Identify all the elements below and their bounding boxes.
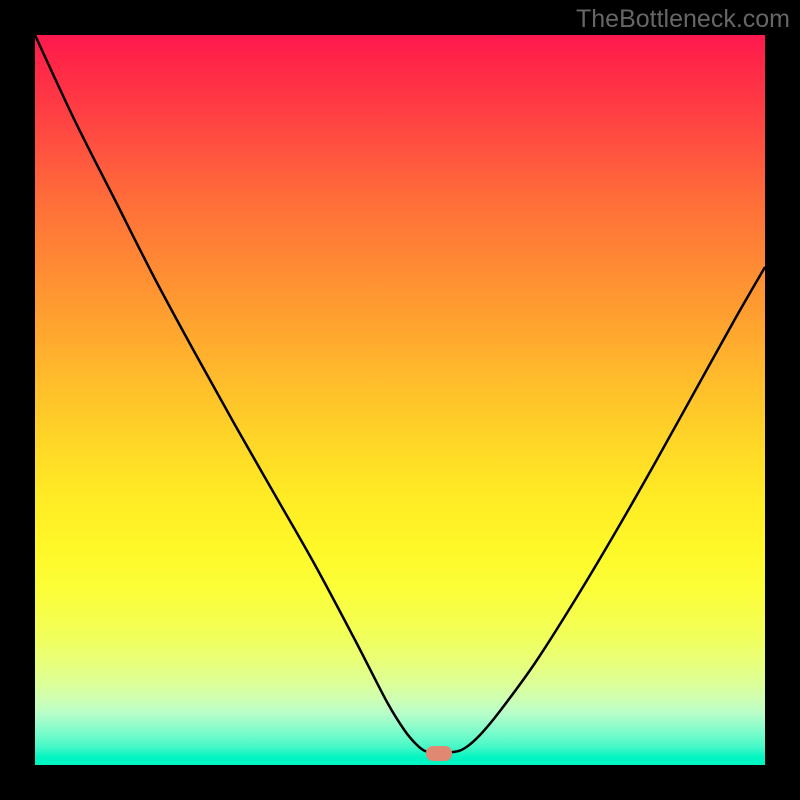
chart-plot-area: [35, 35, 765, 765]
watermark-text: TheBottleneck.com: [576, 5, 790, 34]
optimal-point-marker: [426, 746, 452, 761]
chart-curve-svg: [35, 35, 765, 765]
bottleneck-curve: [35, 35, 765, 752]
